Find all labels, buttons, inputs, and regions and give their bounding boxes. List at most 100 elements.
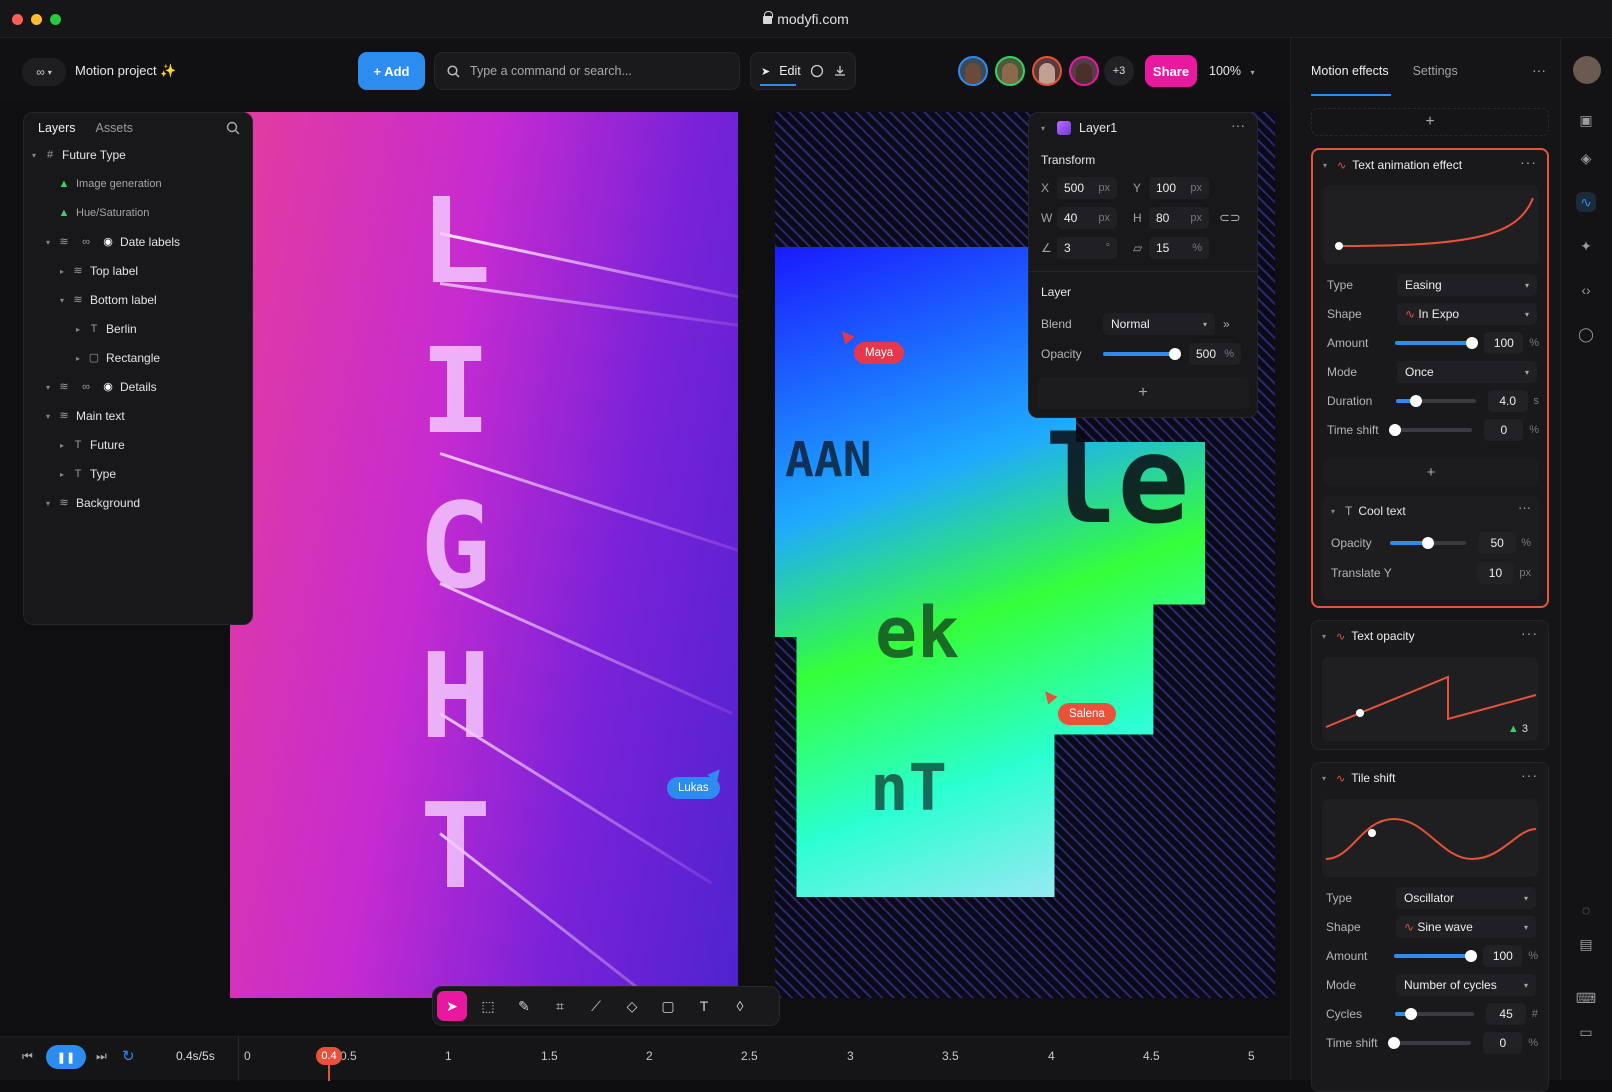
layer-row-background[interactable]: ▾ ≋ Background — [24, 489, 252, 517]
opacity-graph[interactable]: ▲ 3 — [1322, 657, 1538, 741]
layer-row-berlin[interactable]: ▸ T Berlin — [24, 315, 252, 343]
tag-tool-icon[interactable]: ◇ — [617, 991, 647, 1021]
skip-forward-icon[interactable]: ⏭ — [96, 1049, 107, 1064]
more-icon[interactable]: ··· — [1521, 767, 1538, 783]
link-icon[interactable]: ⊂⊃ — [1219, 210, 1241, 226]
width-input[interactable]: 40 px — [1057, 207, 1117, 229]
tab-settings[interactable]: Settings — [1413, 64, 1458, 78]
duration-slider[interactable] — [1396, 395, 1476, 407]
timeshift-input[interactable]: 0 — [1483, 1032, 1523, 1054]
cool-opacity-input[interactable]: 50 — [1478, 532, 1517, 554]
mode-select[interactable]: Once ▾ — [1397, 361, 1537, 383]
amount-input[interactable]: 100 — [1483, 945, 1523, 967]
image-icon[interactable]: ▣ — [1576, 110, 1596, 130]
layer-row-top-label[interactable]: ▸ ≋ Top label — [24, 257, 252, 285]
height-input[interactable]: 80 px — [1149, 207, 1209, 229]
tab-motion-effects[interactable]: Motion effects — [1311, 64, 1389, 78]
tab-layers[interactable]: Layers — [38, 121, 76, 135]
cool-opacity-slider[interactable] — [1390, 537, 1467, 549]
type-select[interactable]: Oscillator ▾ — [1396, 887, 1536, 909]
layer-row-details[interactable]: ▾ ≋ ∞ ◉ Details — [24, 373, 252, 401]
layer-row-bottom-label[interactable]: ▾ ≋ Bottom label — [24, 286, 252, 314]
oscillator-graph[interactable] — [1322, 799, 1538, 877]
shape-select[interactable]: ∿ Sine wave ▾ — [1396, 916, 1536, 938]
keyboard-icon[interactable]: ⌨ — [1576, 988, 1596, 1008]
layer-row-main-text[interactable]: ▾ ≋ Main text — [24, 402, 252, 430]
cycles-slider[interactable] — [1395, 1008, 1475, 1020]
artboard-light[interactable]: L I G H T — [230, 112, 738, 998]
avatar[interactable] — [958, 56, 988, 86]
sparkle-icon[interactable]: ✦ — [1576, 236, 1596, 256]
layout-icon[interactable]: ▭ — [1576, 1022, 1596, 1042]
layer-row-rectangle[interactable]: ▸ ▢ Rectangle — [24, 344, 252, 372]
marquee-tool-icon[interactable]: ⬚ — [473, 991, 503, 1021]
translate-input[interactable]: 10 — [1476, 562, 1515, 584]
crop-tool-icon[interactable]: ⌗ — [545, 991, 575, 1021]
tab-assets[interactable]: Assets — [96, 121, 134, 135]
mode-select[interactable]: Number of cycles ▾ — [1396, 974, 1536, 996]
blend-select[interactable]: Normal ▾ — [1103, 313, 1215, 335]
card-header[interactable]: ▾ ∿ Text opacity — [1322, 629, 1415, 643]
shape-select[interactable]: ∿ In Expo ▾ — [1397, 303, 1537, 325]
card-header[interactable]: ▾ ∿ Tile shift — [1322, 771, 1395, 785]
select-tool-icon[interactable]: ➤ — [437, 991, 467, 1021]
expand-icon[interactable]: » — [1223, 317, 1230, 331]
more-icon[interactable]: ··· — [1231, 117, 1245, 133]
x-input[interactable]: 500 px — [1057, 177, 1117, 199]
timeshift-input[interactable]: 0 — [1484, 419, 1524, 441]
edit-button[interactable]: Edit — [779, 64, 801, 78]
avatar[interactable] — [995, 56, 1025, 86]
comment-icon[interactable] — [810, 64, 824, 78]
add-property-button[interactable]: + — [1037, 377, 1249, 409]
more-icon[interactable]: ··· — [1532, 62, 1546, 78]
more-icon[interactable]: ··· — [1520, 154, 1537, 170]
layer-row-hue-saturation[interactable]: ▲ Hue/Saturation — [24, 199, 252, 227]
command-search-input[interactable]: Type a command or search... — [434, 52, 740, 90]
y-input[interactable]: 100 px — [1149, 177, 1209, 199]
eyedropper-icon[interactable]: ⟋ — [581, 991, 611, 1021]
add-property-button[interactable]: + — [1323, 458, 1539, 486]
project-name[interactable]: Motion project ✨ — [75, 63, 176, 79]
cool-text-header[interactable]: ▾ T Cool text — [1331, 504, 1406, 518]
share-button[interactable]: Share — [1145, 55, 1197, 87]
more-collaborators[interactable]: +3 — [1104, 56, 1134, 86]
eraser-tool-icon[interactable]: ◊ — [725, 991, 755, 1021]
skip-back-icon[interactable]: ⏮ — [22, 1049, 33, 1064]
layer-row-type[interactable]: ▸ T Type — [24, 460, 252, 488]
more-icon[interactable]: ··· — [1521, 625, 1538, 641]
cycles-input[interactable]: 45 — [1486, 1003, 1526, 1025]
more-icon[interactable]: ··· — [1518, 500, 1531, 515]
opacity-input[interactable]: 500% — [1189, 343, 1241, 365]
add-effect-button[interactable]: + — [1311, 108, 1549, 136]
zoom-select[interactable]: 100% ▾ — [1209, 64, 1254, 78]
opacity-slider[interactable] — [1103, 348, 1182, 360]
comment-icon[interactable]: ◯ — [1576, 324, 1596, 344]
easing-graph[interactable] — [1323, 186, 1539, 264]
avatar[interactable] — [1573, 56, 1601, 84]
card-header[interactable]: ▾ ∿ Text animation effect — [1323, 158, 1462, 172]
amount-slider[interactable] — [1394, 337, 1479, 349]
layer-row-future[interactable]: ▸ T Future — [24, 431, 252, 459]
amount-slider[interactable] — [1393, 950, 1478, 962]
project-menu-button[interactable]: ∞ ▾ — [22, 58, 66, 86]
shape-tool-icon[interactable]: ▢ — [653, 991, 683, 1021]
pause-button[interactable]: ❚❚ — [46, 1045, 86, 1069]
code-icon[interactable]: ‹› — [1576, 280, 1596, 300]
type-select[interactable]: Easing ▾ — [1397, 274, 1537, 296]
address-bar[interactable]: modyfi.com — [0, 11, 1612, 27]
timeshift-slider[interactable] — [1388, 424, 1473, 436]
rotation-input[interactable]: 3 ° — [1057, 237, 1117, 259]
layer-row-date-labels[interactable]: ▾ ≋ ∞ ◉ Date labels — [24, 228, 252, 256]
diamond-icon[interactable]: ◈ — [1576, 148, 1596, 168]
book-icon[interactable]: ▤ — [1576, 934, 1596, 954]
layer-row-image-generation[interactable]: ▲ Image generation — [24, 170, 252, 198]
download-icon[interactable] — [833, 64, 847, 78]
playhead[interactable]: 0.4 — [316, 1047, 342, 1065]
timeshift-slider[interactable] — [1387, 1037, 1472, 1049]
lightbulb-icon[interactable]: ◌ — [1576, 900, 1596, 920]
loop-icon[interactable]: ↻ — [122, 1047, 135, 1065]
amount-input[interactable]: 100 — [1484, 332, 1524, 354]
add-button[interactable]: + Add — [358, 52, 425, 90]
layer-row-future-type[interactable]: ▾ # Future Type — [24, 141, 252, 169]
skew-input[interactable]: 15% — [1149, 237, 1209, 259]
